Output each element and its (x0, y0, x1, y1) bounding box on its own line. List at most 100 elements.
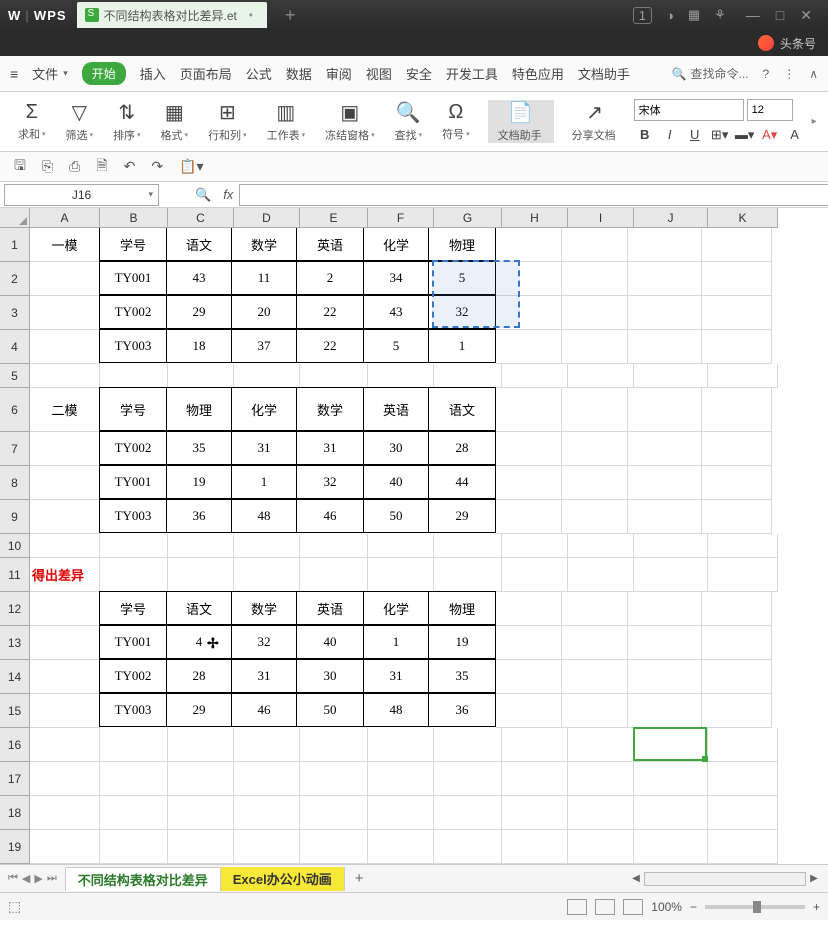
cell[interactable] (568, 728, 634, 762)
cell[interactable] (702, 626, 772, 660)
cell[interactable] (434, 728, 502, 762)
cell[interactable] (628, 626, 702, 660)
cell[interactable]: 1 (231, 465, 297, 499)
cell[interactable] (30, 728, 100, 762)
print-icon[interactable]: ⎙ (69, 158, 80, 175)
cell[interactable]: TY001 (99, 261, 167, 295)
maximize-button[interactable]: □ (776, 7, 784, 24)
preview-icon[interactable]: 🗎 (96, 155, 107, 179)
cell[interactable]: 19 (428, 625, 496, 659)
cell[interactable] (562, 262, 628, 296)
bold-button[interactable]: B (634, 125, 656, 145)
menu-hamburger[interactable]: ≡ (10, 66, 18, 82)
cell[interactable]: 化学 (363, 591, 429, 625)
row-header[interactable]: 19 (0, 830, 30, 864)
cell[interactable] (562, 228, 628, 262)
cell[interactable]: 英语 (296, 591, 364, 625)
cell[interactable]: 22 (296, 329, 364, 363)
cell[interactable] (30, 796, 100, 830)
cell[interactable]: 2 (296, 261, 364, 295)
cell[interactable] (628, 694, 702, 728)
cell[interactable]: 语文 (166, 591, 232, 625)
cell[interactable] (634, 762, 708, 796)
cell[interactable] (562, 660, 628, 694)
cell[interactable] (502, 830, 568, 864)
filter-button[interactable]: ▽筛选 (56, 100, 104, 143)
cell[interactable] (634, 830, 708, 864)
row-header[interactable]: 4 (0, 330, 30, 364)
minimize-button[interactable]: — (746, 7, 760, 24)
border-button[interactable]: ⊞▾ (709, 125, 731, 145)
clear-button[interactable]: A (784, 125, 806, 145)
cell[interactable] (568, 534, 634, 558)
cell[interactable] (628, 296, 702, 330)
menu-review[interactable]: 审阅 (326, 64, 352, 83)
cell[interactable]: 学号 (99, 387, 167, 431)
cell[interactable] (300, 558, 368, 592)
sheet-last[interactable]: ⏭ (47, 872, 57, 885)
cell[interactable] (168, 558, 234, 592)
cell[interactable] (562, 388, 628, 432)
cell[interactable] (702, 228, 772, 262)
cell[interactable] (562, 432, 628, 466)
symbol-button[interactable]: Ω符号 (432, 101, 480, 142)
font-select[interactable] (634, 99, 744, 121)
cell[interactable]: 32 (428, 295, 496, 329)
cell[interactable] (234, 534, 300, 558)
file-menu[interactable]: 文件 (32, 64, 68, 83)
cell[interactable]: 1 (428, 329, 496, 363)
cell[interactable] (496, 330, 562, 364)
cell[interactable]: 19 (166, 465, 232, 499)
cell[interactable] (708, 364, 778, 388)
format-button[interactable]: ▦格式 (151, 100, 199, 143)
cell[interactable]: 数学 (231, 227, 297, 261)
cell[interactable]: 40 (296, 625, 364, 659)
cell[interactable] (434, 534, 502, 558)
menu-dev[interactable]: 开发工具 (446, 64, 498, 83)
cell[interactable]: TY001 (99, 625, 167, 659)
menu-special[interactable]: 特色应用 (512, 64, 564, 83)
cell[interactable] (300, 796, 368, 830)
cell[interactable] (628, 228, 702, 262)
cell[interactable] (702, 432, 772, 466)
ribbon-overflow[interactable]: ▸ (812, 116, 823, 127)
cell[interactable] (300, 364, 368, 388)
row-header[interactable]: 3 (0, 296, 30, 330)
zoom-out[interactable]: − (690, 900, 697, 914)
cell[interactable] (30, 694, 100, 728)
cell[interactable] (368, 796, 434, 830)
cell[interactable]: 物理 (428, 227, 496, 261)
cell[interactable] (496, 592, 562, 626)
cell[interactable]: 29 (166, 693, 232, 727)
fx-icon[interactable]: fx (223, 187, 233, 202)
cell[interactable] (168, 364, 234, 388)
horizontal-scrollbar[interactable]: ◀▶ (628, 871, 828, 887)
col-header[interactable]: D (234, 208, 300, 228)
page-view[interactable] (595, 899, 615, 915)
cell[interactable]: 30 (363, 431, 429, 465)
col-header[interactable]: J (634, 208, 708, 228)
cell[interactable] (300, 534, 368, 558)
row-header[interactable]: 16 (0, 728, 30, 762)
cell[interactable] (502, 728, 568, 762)
cell[interactable]: 化学 (231, 387, 297, 431)
cell[interactable] (30, 660, 100, 694)
break-view[interactable] (623, 899, 643, 915)
cell[interactable]: 35 (428, 659, 496, 693)
col-header[interactable]: I (568, 208, 634, 228)
cell[interactable] (434, 762, 502, 796)
cell[interactable] (634, 728, 708, 762)
cell[interactable] (702, 388, 772, 432)
cell[interactable] (434, 796, 502, 830)
sheet-tab-1[interactable]: 不同结构表格对比差异 (65, 867, 221, 891)
row-header[interactable]: 10 (0, 534, 30, 558)
cell[interactable] (496, 432, 562, 466)
cell[interactable]: 5 (363, 329, 429, 363)
sheet-next[interactable]: ▶ (34, 872, 42, 885)
cell[interactable]: 50 (363, 499, 429, 533)
cell[interactable]: 二模 (30, 388, 100, 432)
cell[interactable] (300, 728, 368, 762)
cell[interactable] (300, 762, 368, 796)
sheet-first[interactable]: ⏮ (8, 872, 18, 885)
cell[interactable] (368, 534, 434, 558)
